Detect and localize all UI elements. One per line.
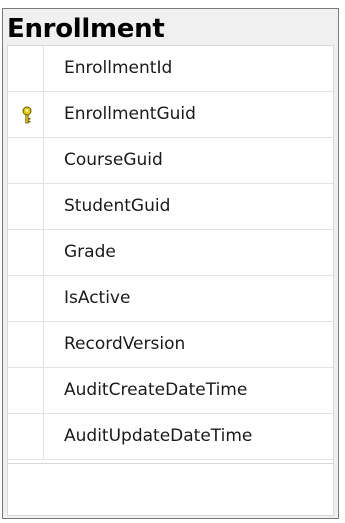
row-selector[interactable] xyxy=(8,322,44,367)
column-row[interactable]: StudentGuid xyxy=(8,184,333,230)
column-name: Grade xyxy=(64,242,116,262)
column-name: IsActive xyxy=(64,288,131,308)
column-name: EnrollmentId xyxy=(64,58,173,78)
column-name: AuditUpdateDateTime xyxy=(64,426,253,446)
column-row[interactable]: RecordVersion xyxy=(8,322,333,368)
column-row[interactable]: AuditCreateDateTime xyxy=(8,368,333,414)
column-row[interactable]: IsActive xyxy=(8,276,333,322)
column-name: EnrollmentGuid xyxy=(64,104,196,124)
table-title[interactable]: Enrollment xyxy=(7,9,165,45)
key-icon xyxy=(22,106,32,124)
row-selector[interactable] xyxy=(8,414,44,459)
column-name: CourseGuid xyxy=(64,150,163,170)
column-name: StudentGuid xyxy=(64,196,171,216)
row-selector[interactable] xyxy=(8,184,44,229)
table-enrollment[interactable]: Enrollment EnrollmentId EnrollmentGuid Cou… xyxy=(2,8,339,519)
row-selector[interactable] xyxy=(8,276,44,321)
row-selector[interactable] xyxy=(8,92,44,137)
column-row[interactable]: EnrollmentId xyxy=(8,46,333,92)
column-name: AuditCreateDateTime xyxy=(64,380,248,400)
row-selector[interactable] xyxy=(8,368,44,413)
row-selector[interactable] xyxy=(8,138,44,183)
row-selector[interactable] xyxy=(8,46,44,91)
column-list-empty-area xyxy=(7,464,334,516)
column-row[interactable]: AuditUpdateDateTime xyxy=(8,414,333,460)
column-name: RecordVersion xyxy=(64,334,186,354)
column-list: EnrollmentId EnrollmentGuid CourseGuid Stud… xyxy=(7,45,334,464)
column-row[interactable]: EnrollmentGuid xyxy=(8,92,333,138)
row-selector[interactable] xyxy=(8,230,44,275)
column-row[interactable]: CourseGuid xyxy=(8,138,333,184)
column-row[interactable]: Grade xyxy=(8,230,333,276)
